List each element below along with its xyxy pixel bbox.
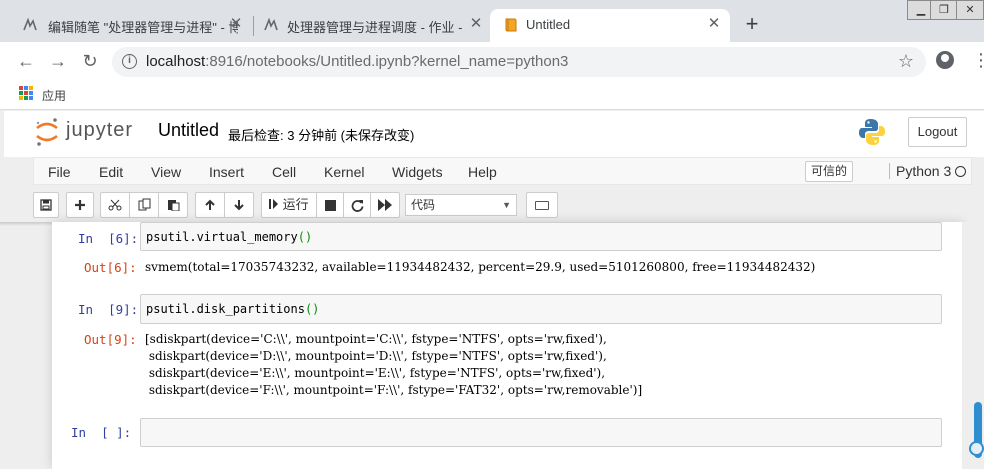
menu-view[interactable]: View bbox=[151, 164, 181, 180]
dropdown-arrow-icon: ▼ bbox=[502, 200, 511, 210]
apps-grid-icon[interactable] bbox=[19, 86, 33, 100]
code-cell-input[interactable]: psutil.virtual_memory() bbox=[140, 222, 942, 251]
arrow-up-icon bbox=[205, 199, 215, 210]
browser-tab-title: 编辑随笔 "处理器管理与进程" - 博 bbox=[48, 20, 238, 35]
cut-icon bbox=[108, 199, 122, 211]
kernel-name[interactable]: Python 3 bbox=[889, 163, 951, 179]
menu-insert[interactable]: Insert bbox=[209, 164, 244, 180]
menubar: File Edit View Insert Cell Kernel Widget… bbox=[33, 157, 972, 185]
code-parens: () bbox=[304, 302, 320, 316]
browser-tab-title: Untitled bbox=[526, 17, 571, 32]
cell-output: svmem(total=17035743232, available=11934… bbox=[145, 260, 816, 274]
code-call: psutil.virtual_memory bbox=[146, 230, 298, 244]
close-window-button[interactable]: ✕ bbox=[956, 0, 984, 20]
profile-icon[interactable] bbox=[936, 51, 954, 69]
url-input[interactable]: i localhost:8916/notebooks/Untitled.ipyn… bbox=[112, 47, 926, 77]
menu-cell[interactable]: Cell bbox=[272, 164, 296, 180]
cell-type-value: 代码 bbox=[411, 198, 436, 212]
jupyter-book-icon bbox=[503, 17, 519, 33]
browser-tab-3[interactable]: Untitled ✕ bbox=[490, 9, 730, 42]
restore-button[interactable]: ❐ bbox=[930, 0, 958, 20]
notebook-name[interactable]: Untitled bbox=[158, 120, 219, 141]
menu-help[interactable]: Help bbox=[468, 164, 497, 180]
jupyter-logo-text: jupyter bbox=[66, 119, 134, 141]
output-prompt: Out[6]: bbox=[84, 260, 137, 275]
back-icon[interactable]: ← bbox=[16, 51, 36, 71]
url-text[interactable]: localhost:8916/notebooks/Untitled.ipynb?… bbox=[146, 53, 568, 70]
save-icon bbox=[40, 199, 52, 211]
cnblogs-icon bbox=[263, 17, 279, 33]
menu-file[interactable]: File bbox=[48, 164, 71, 180]
address-bar-row: ← → ↻ i localhost:8916/notebooks/Untitle… bbox=[0, 42, 984, 80]
new-tab-button[interactable]: + bbox=[742, 13, 762, 35]
more-menu-icon[interactable]: ⋮ bbox=[972, 50, 984, 70]
restart-run-all-button[interactable] bbox=[370, 192, 400, 218]
move-down-button[interactable] bbox=[224, 192, 254, 218]
jupyter-header: jupyter Untitled 最后检查: 3 分钟前 (未保存改变) Log… bbox=[4, 111, 984, 157]
browser-tab-2[interactable]: 处理器管理与进程调度 - 作业 - 博 ✕ bbox=[254, 9, 490, 42]
code-text[interactable]: psutil.virtual_memory() bbox=[146, 230, 312, 244]
info-icon[interactable]: i bbox=[122, 54, 137, 69]
browser-tab-1[interactable]: 编辑随笔 "处理器管理与进程" - 博 ✕ bbox=[0, 9, 250, 42]
copy-icon bbox=[138, 198, 150, 211]
cell-type-select[interactable]: 代码 ▼ bbox=[405, 194, 517, 216]
bookmarks-bar: 应用 bbox=[0, 80, 984, 110]
url-path: :8916/notebooks/Untitled.ipynb?kernel_na… bbox=[205, 53, 569, 70]
browser-tab-strip: 编辑随笔 "处理器管理与进程" - 博 ✕ 处理器管理与进程调度 - 作业 - … bbox=[0, 0, 984, 42]
menu-edit[interactable]: Edit bbox=[99, 164, 123, 180]
restart-icon bbox=[351, 200, 363, 212]
paste-button[interactable] bbox=[158, 192, 188, 218]
input-prompt: In [6]: bbox=[78, 231, 139, 246]
forward-icon[interactable]: → bbox=[48, 51, 68, 71]
command-palette-button[interactable] bbox=[526, 192, 558, 218]
bookmark-star-icon[interactable]: ☆ bbox=[898, 51, 914, 72]
close-icon[interactable]: ✕ bbox=[706, 16, 722, 32]
code-text[interactable]: psutil.disk_partitions() bbox=[146, 302, 319, 316]
browser-tab-title: 处理器管理与进程调度 - 作业 - 博 bbox=[287, 20, 465, 35]
kernel-status-icon bbox=[955, 166, 966, 177]
save-button[interactable] bbox=[33, 192, 59, 218]
paste-icon bbox=[167, 200, 179, 212]
menu-widgets[interactable]: Widgets bbox=[392, 164, 443, 180]
run-icon bbox=[269, 199, 278, 209]
close-icon[interactable]: ✕ bbox=[228, 16, 244, 32]
interrupt-button[interactable] bbox=[316, 192, 344, 218]
output-prompt: Out[9]: bbox=[84, 332, 137, 347]
fast-forward-icon bbox=[378, 199, 392, 211]
input-prompt: In [9]: bbox=[78, 302, 139, 317]
move-up-button[interactable] bbox=[195, 192, 225, 218]
stop-icon bbox=[324, 200, 336, 211]
cnblogs-icon bbox=[22, 17, 38, 33]
run-button[interactable]: 运行 bbox=[261, 192, 317, 218]
code-cell-input[interactable]: psutil.disk_partitions() bbox=[140, 294, 942, 324]
jupyter-logo-icon[interactable] bbox=[35, 116, 59, 148]
url-host: localhost bbox=[146, 53, 206, 70]
cut-button[interactable] bbox=[100, 192, 130, 218]
restart-button[interactable] bbox=[343, 192, 371, 218]
plus-icon bbox=[75, 200, 85, 210]
notebook-container: In [6]: psutil.virtual_memory() Out[6]: … bbox=[52, 222, 962, 469]
checkpoint-status: 最后检查: 3 分钟前 (未保存改变) bbox=[228, 128, 415, 143]
trusted-indicator[interactable]: 可信的 bbox=[805, 161, 853, 182]
logout-button[interactable]: Logout bbox=[908, 117, 967, 147]
code-cell-input[interactable] bbox=[140, 418, 942, 447]
reload-icon[interactable]: ↻ bbox=[80, 51, 100, 71]
keyboard-icon bbox=[535, 201, 549, 210]
run-label: 运行 bbox=[282, 197, 309, 212]
close-icon[interactable]: ✕ bbox=[468, 16, 484, 32]
python-logo-icon bbox=[857, 117, 887, 147]
insert-cell-button[interactable] bbox=[66, 192, 94, 218]
notebook-toolbar: 运行 代码 ▼ bbox=[33, 190, 593, 220]
scroll-knob[interactable] bbox=[969, 441, 984, 456]
code-parens: () bbox=[297, 230, 313, 244]
input-prompt: In [ ]: bbox=[71, 425, 132, 440]
code-call: psutil.disk_partitions bbox=[146, 302, 305, 316]
apps-bookmark-label[interactable]: 应用 bbox=[42, 87, 66, 104]
arrow-down-icon bbox=[234, 200, 244, 211]
cell-output: [sdiskpart(device='C:\\', mountpoint='C:… bbox=[145, 332, 643, 397]
copy-button[interactable] bbox=[129, 192, 159, 218]
menu-kernel[interactable]: Kernel bbox=[324, 164, 364, 180]
